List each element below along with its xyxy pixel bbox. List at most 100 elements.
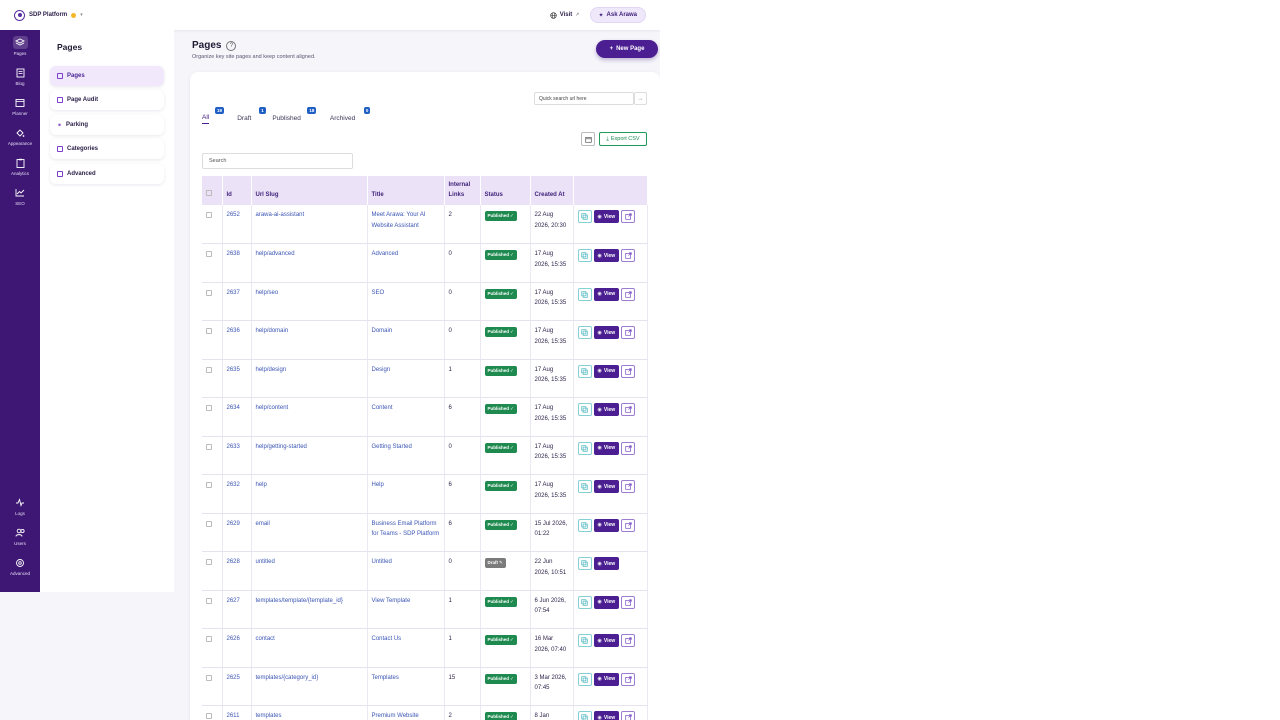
- column-header-title[interactable]: Title: [367, 176, 445, 206]
- subnav-item-advanced[interactable]: Advanced: [50, 164, 164, 184]
- row-url-slug[interactable]: untitled: [251, 551, 368, 591]
- sidebar-item-logs[interactable]: Logs: [0, 496, 40, 516]
- row-title[interactable]: Getting Started: [367, 436, 445, 476]
- view-button[interactable]: ◉ View: [593, 249, 620, 263]
- open-external-button[interactable]: [621, 711, 636, 720]
- row-title[interactable]: Help: [367, 474, 445, 514]
- open-external-button[interactable]: [621, 249, 636, 263]
- open-external-button[interactable]: [621, 403, 636, 417]
- view-button[interactable]: ◉ View: [593, 364, 620, 378]
- tab-archived[interactable]: Archived 0: [330, 107, 371, 124]
- column-header-url-slug[interactable]: Url Slug: [251, 176, 368, 206]
- sidebar-item-appearance[interactable]: Appearance: [0, 126, 40, 146]
- visit-link[interactable]: Visit ↗: [550, 11, 580, 19]
- row-url-slug[interactable]: help: [251, 474, 368, 514]
- row-id[interactable]: 2629: [222, 513, 252, 553]
- column-header-internal-links[interactable]: Internal Links: [444, 176, 481, 206]
- duplicate-button[interactable]: [577, 480, 592, 494]
- duplicate-button[interactable]: [577, 403, 592, 417]
- duplicate-button[interactable]: [577, 441, 592, 455]
- duplicate-button[interactable]: [577, 634, 592, 648]
- row-id[interactable]: 2626: [222, 628, 252, 668]
- row-id[interactable]: 2627: [222, 590, 252, 630]
- subnav-item-parking[interactable]: ⚭ Parking: [50, 115, 164, 135]
- view-button[interactable]: ◉ View: [593, 326, 620, 340]
- open-external-button[interactable]: [621, 364, 636, 378]
- row-title[interactable]: Templates: [367, 667, 445, 707]
- row-url-slug[interactable]: arawa-ai-assistant: [251, 205, 368, 245]
- row-id[interactable]: 2634: [222, 397, 252, 437]
- tab-all[interactable]: All 19: [202, 107, 225, 124]
- open-external-button[interactable]: [621, 634, 636, 648]
- duplicate-button[interactable]: [577, 672, 592, 686]
- date-filter-button[interactable]: [581, 132, 595, 146]
- quick-search-input[interactable]: Quick search url here: [534, 92, 634, 105]
- sidebar-item-planner[interactable]: Planner: [0, 96, 40, 116]
- row-url-slug[interactable]: help/getting-started: [251, 436, 368, 476]
- help-icon[interactable]: ?: [226, 40, 237, 51]
- open-external-button[interactable]: [621, 480, 636, 494]
- view-button[interactable]: ◉ View: [593, 287, 620, 301]
- open-external-button[interactable]: [621, 672, 636, 686]
- row-url-slug[interactable]: help/advanced: [251, 243, 368, 283]
- duplicate-button[interactable]: [577, 711, 592, 720]
- row-checkbox[interactable]: [206, 597, 212, 604]
- sidebar-item-pages[interactable]: Pages: [0, 36, 40, 56]
- row-title[interactable]: Business Email Platform for Teams - SDP …: [367, 513, 445, 553]
- row-id[interactable]: 2652: [222, 205, 252, 245]
- row-checkbox[interactable]: [206, 405, 212, 412]
- row-title[interactable]: View Template: [367, 590, 445, 630]
- brand[interactable]: SDP Platform ▾: [14, 9, 83, 21]
- open-external-button[interactable]: [621, 518, 636, 532]
- row-title[interactable]: Design: [367, 359, 445, 399]
- row-id[interactable]: 2632: [222, 474, 252, 514]
- open-external-button[interactable]: [621, 326, 636, 340]
- duplicate-button[interactable]: [577, 326, 592, 340]
- row-checkbox[interactable]: [206, 289, 212, 296]
- subnav-item-categories[interactable]: Categories: [50, 139, 164, 159]
- subnav-item-pages[interactable]: Pages: [50, 66, 164, 86]
- row-url-slug[interactable]: help/domain: [251, 320, 368, 360]
- subnav-item-page-audit[interactable]: Page Audit: [50, 90, 164, 110]
- row-id[interactable]: 2611: [222, 705, 252, 720]
- duplicate-button[interactable]: [577, 557, 592, 571]
- view-button[interactable]: ◉ View: [593, 480, 620, 494]
- view-button[interactable]: ◉ View: [593, 672, 620, 686]
- sidebar-item-advanced[interactable]: Advanced: [0, 556, 40, 576]
- view-button[interactable]: ◉ View: [593, 403, 620, 417]
- ask-arawa-button[interactable]: ✦ Ask Arawa: [589, 7, 646, 23]
- row-checkbox[interactable]: [206, 482, 212, 489]
- row-url-slug[interactable]: help/content: [251, 397, 368, 437]
- view-button[interactable]: ◉ View: [593, 557, 620, 571]
- row-checkbox[interactable]: [206, 520, 212, 527]
- row-id[interactable]: 2635: [222, 359, 252, 399]
- row-title[interactable]: Premium Website: [367, 705, 445, 720]
- duplicate-button[interactable]: [577, 595, 592, 609]
- open-external-button[interactable]: [621, 210, 636, 224]
- duplicate-button[interactable]: [577, 287, 592, 301]
- tab-draft[interactable]: Draft 1: [237, 107, 266, 124]
- select-all-checkbox[interactable]: [206, 190, 212, 197]
- view-button[interactable]: ◉ View: [593, 711, 620, 720]
- row-title[interactable]: SEO: [367, 282, 445, 322]
- row-url-slug[interactable]: help/seo: [251, 282, 368, 322]
- row-checkbox[interactable]: [206, 559, 212, 566]
- row-checkbox[interactable]: [206, 713, 212, 720]
- row-checkbox[interactable]: [206, 328, 212, 335]
- column-header-id[interactable]: Id: [222, 176, 252, 206]
- sidebar-item-users[interactable]: Users: [0, 526, 40, 546]
- sidebar-item-blog[interactable]: Blog: [0, 66, 40, 86]
- row-url-slug[interactable]: contact: [251, 628, 368, 668]
- view-button[interactable]: ◉ View: [593, 518, 620, 532]
- row-checkbox[interactable]: [206, 251, 212, 258]
- row-id[interactable]: 2636: [222, 320, 252, 360]
- view-button[interactable]: ◉ View: [593, 210, 620, 224]
- table-search-input[interactable]: Search: [202, 153, 353, 169]
- view-button[interactable]: ◉ View: [593, 634, 620, 648]
- row-id[interactable]: 2628: [222, 551, 252, 591]
- row-url-slug[interactable]: templates/template/{template_id}: [251, 590, 368, 630]
- column-header-created-at[interactable]: Created At: [530, 176, 574, 206]
- row-id[interactable]: 2637: [222, 282, 252, 322]
- tab-published[interactable]: Published 18: [272, 107, 317, 124]
- row-title[interactable]: Domain: [367, 320, 445, 360]
